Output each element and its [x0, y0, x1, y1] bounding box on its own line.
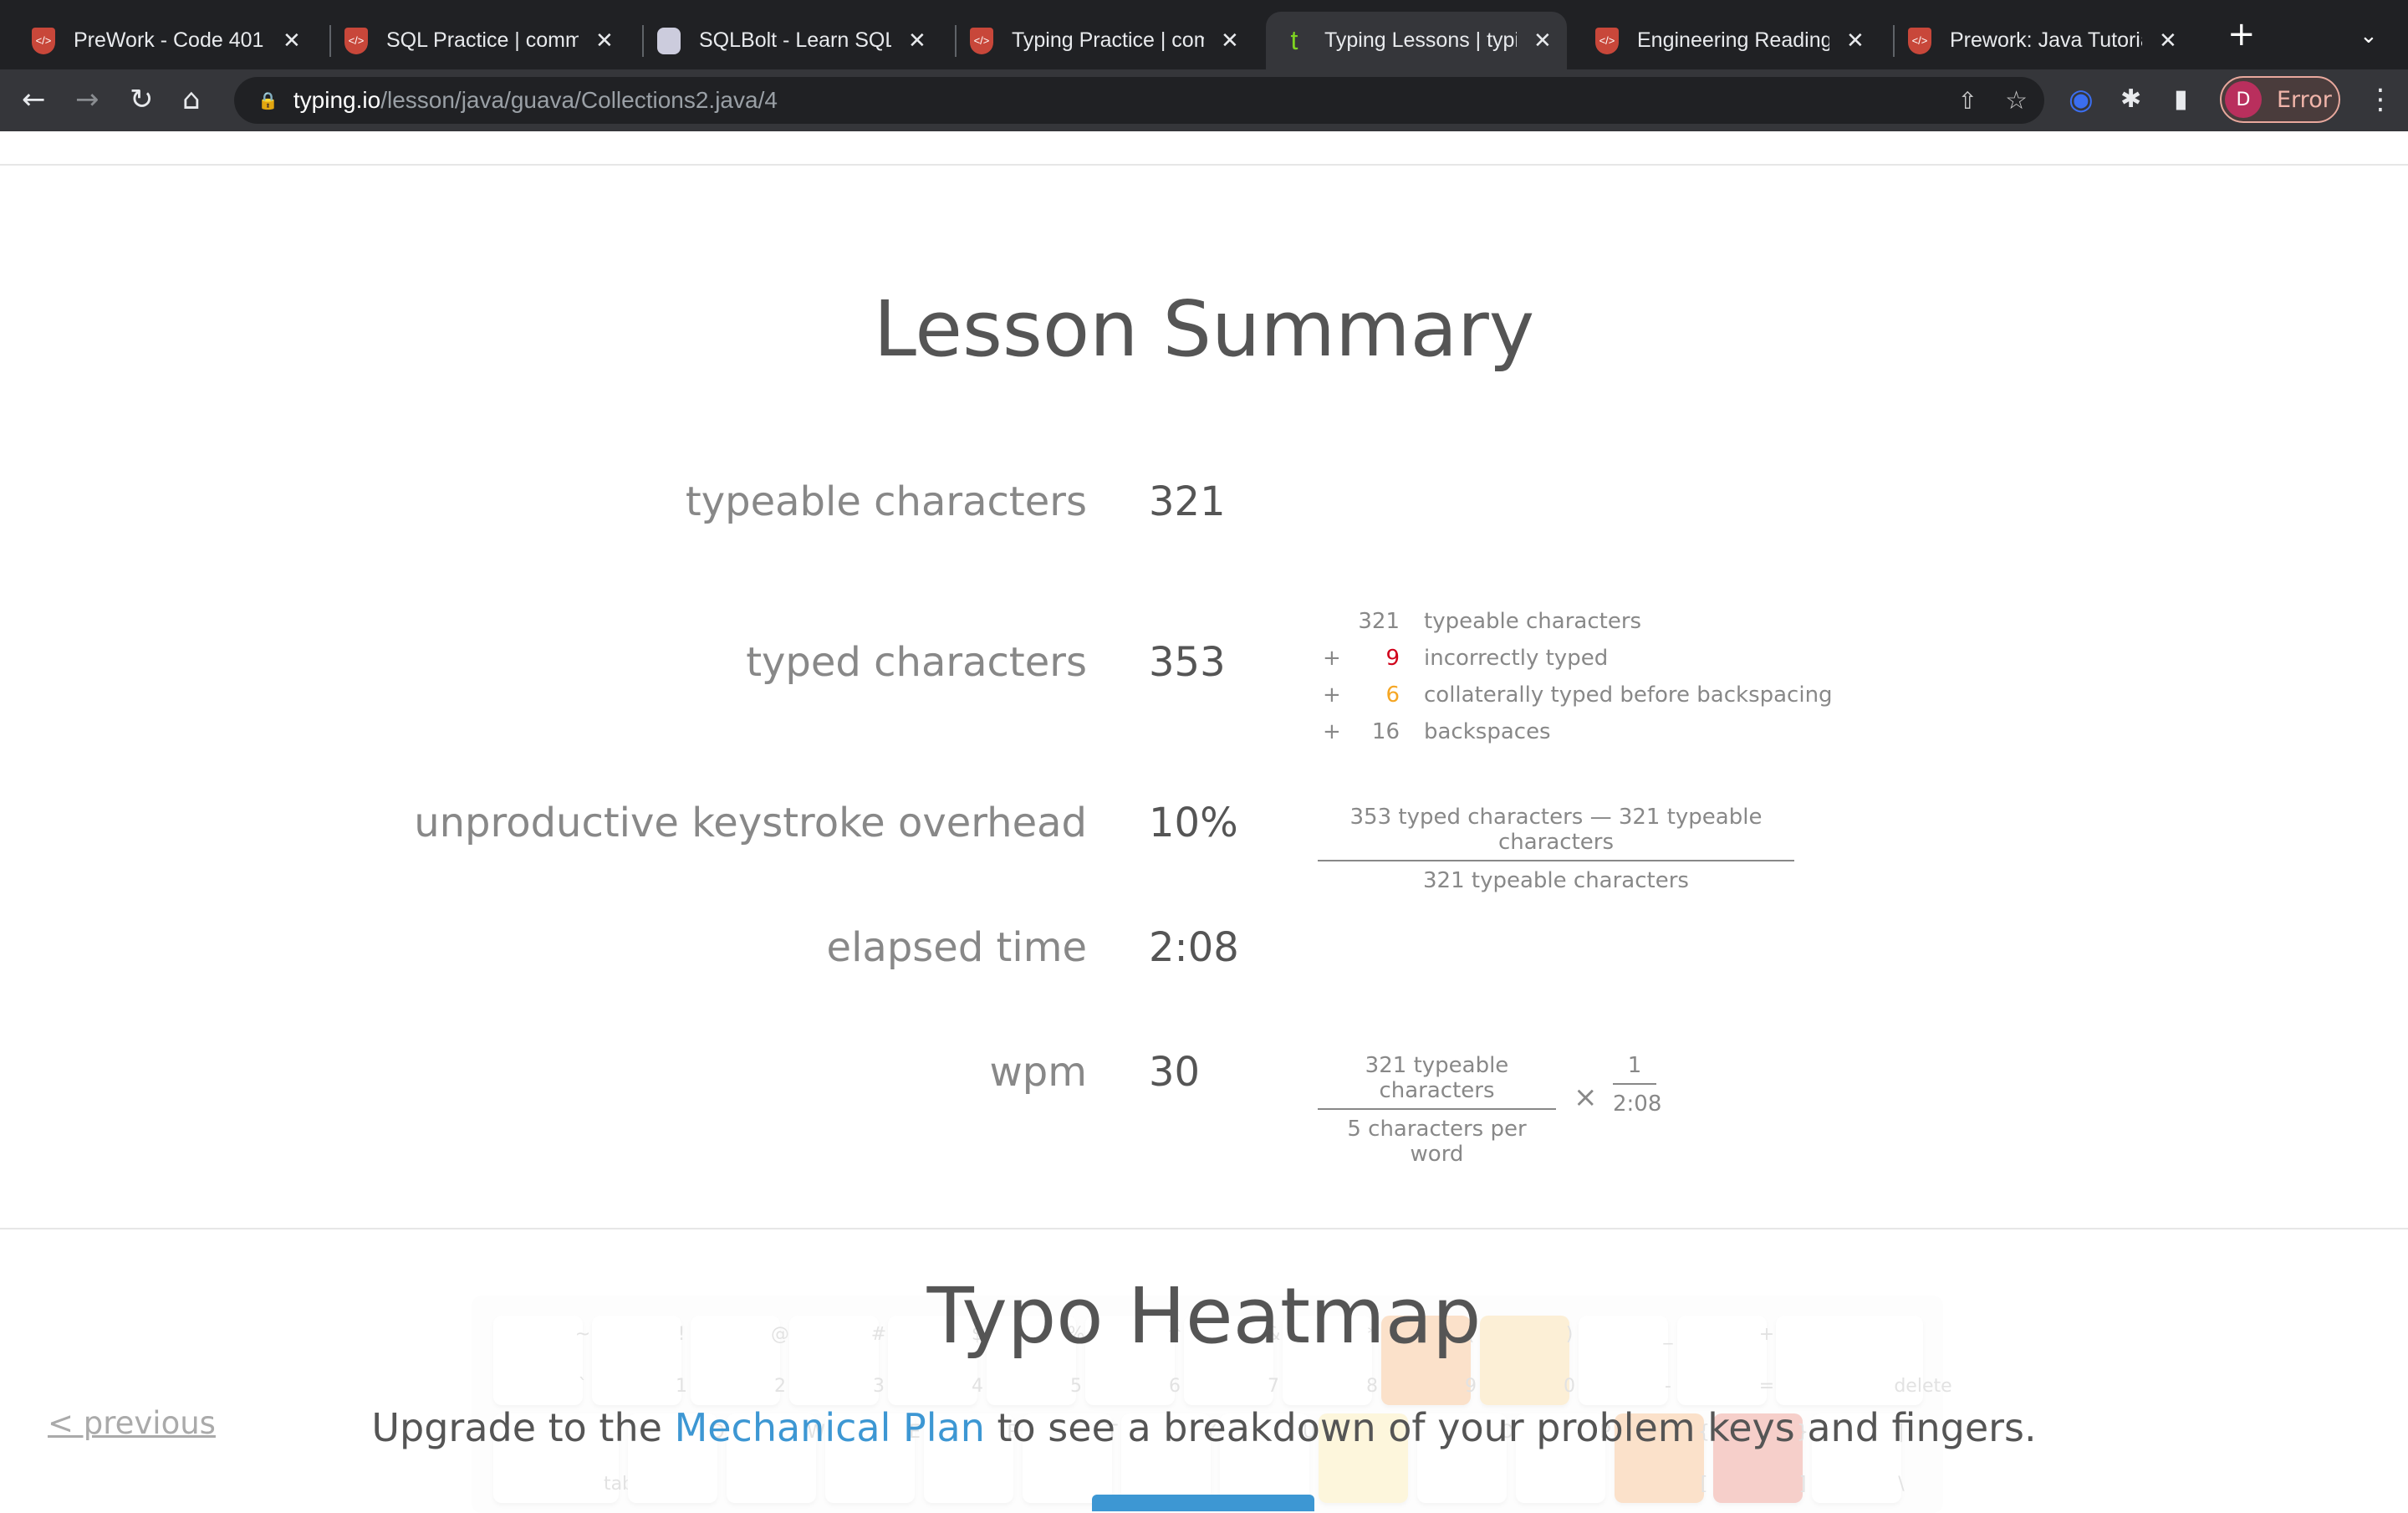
- stat-label: typeable characters: [685, 478, 1087, 525]
- key-lower: delete: [1894, 1376, 1952, 1397]
- forward-icon[interactable]: →: [75, 81, 99, 118]
- tab[interactable]: </> Prework: Java Tutorial ✕: [1876, 12, 2177, 69]
- close-tab-icon[interactable]: ✕: [283, 28, 301, 54]
- address-bar[interactable]: 🔒 typing.io/lesson/java/guava/Collection…: [234, 77, 2044, 124]
- overhead-formula: 353 typed characters — 321 typeable char…: [1318, 805, 1794, 893]
- close-tab-icon[interactable]: ✕: [1221, 28, 1239, 54]
- breakdown-number: 9: [1385, 646, 1400, 671]
- denominator: 321 typeable characters: [1423, 868, 1689, 893]
- avatar: D: [2225, 81, 2262, 118]
- stat-value: 2:08: [1149, 924, 1239, 971]
- side-panel-icon[interactable]: ▮: [2174, 81, 2188, 118]
- tab[interactable]: SQLBolt - Learn SQL - ✕: [625, 12, 926, 69]
- stat-label: typed characters: [746, 639, 1087, 686]
- breakdown-number: 321: [1358, 609, 1400, 634]
- share-icon[interactable]: ⇧: [1958, 87, 1977, 115]
- tab[interactable]: </> PreWork - Code 401 | ✕: [0, 12, 301, 69]
- new-tab-icon[interactable]: +: [2227, 15, 2256, 54]
- tab-title: Engineering Readings: [1637, 28, 1829, 52]
- breakdown-text: incorrectly typed: [1424, 646, 1609, 671]
- profile-button[interactable]: D Error: [2220, 76, 2340, 123]
- wpm-formula: 321 typeable characters 5 characters per …: [1318, 1053, 1556, 1167]
- tab[interactable]: </> SQL Practice | common ✕: [313, 12, 614, 69]
- tab[interactable]: t Typing Lessons | typing ✕: [1266, 12, 1567, 69]
- stat-value: 321: [1149, 478, 1226, 525]
- stat-label: elapsed time: [826, 924, 1087, 971]
- tab-strip: </> PreWork - Code 401 | ✕ </> SQL Practice …: [0, 0, 2408, 69]
- upgrade-prefix: Upgrade to the: [371, 1405, 675, 1450]
- stat-value: 30: [1149, 1049, 1201, 1096]
- breakdown-text: backspaces: [1424, 719, 1551, 744]
- stat-value: 10%: [1149, 800, 1238, 846]
- tab-title: PreWork - Code 401 |: [74, 28, 266, 52]
- tab[interactable]: </> Typing Practice | com ✕: [938, 12, 1239, 69]
- divider: [0, 164, 2408, 166]
- tab-search-chevron-icon[interactable]: ⌄: [2360, 23, 2378, 49]
- close-tab-icon[interactable]: ✕: [1533, 28, 1552, 54]
- previous-link[interactable]: < previous: [48, 1405, 216, 1441]
- code-shield-icon: </>: [344, 27, 368, 54]
- key-lower: \: [1898, 1474, 1905, 1495]
- close-tab-icon[interactable]: ✕: [595, 28, 614, 54]
- stat-value: 353: [1149, 639, 1226, 686]
- close-tab-icon[interactable]: ✕: [2159, 28, 2177, 54]
- page-title: Lesson Summary: [873, 284, 1535, 374]
- stat-label: wpm: [989, 1049, 1087, 1096]
- divider: [0, 1228, 2408, 1229]
- back-icon[interactable]: ←: [22, 81, 46, 118]
- home-icon[interactable]: ⌂: [182, 81, 201, 118]
- bookmark-star-icon[interactable]: ☆: [2005, 86, 2028, 115]
- code-shield-icon: </>: [970, 27, 993, 54]
- upgrade-suffix: to see a breakdown of your problem keys …: [984, 1405, 2037, 1450]
- numerator: 353 typed characters — 321 typeable char…: [1318, 805, 1794, 861]
- numerator: 1: [1613, 1053, 1656, 1085]
- extension-icon[interactable]: ◉: [2069, 81, 2094, 118]
- close-tab-icon[interactable]: ✕: [908, 28, 926, 54]
- breakdown-text: typeable characters: [1424, 609, 1642, 634]
- denominator: 5 characters per word: [1347, 1117, 1527, 1167]
- tab-title: Typing Practice | com: [1012, 28, 1204, 52]
- database-icon: [657, 27, 681, 54]
- multiply-icon: ×: [1574, 1081, 1598, 1114]
- url-path: /lesson/java/guava/Collections2.java/4: [380, 87, 778, 113]
- tab-title: Prework: Java Tutorial: [1950, 28, 2142, 52]
- tab-title: SQL Practice | common: [386, 28, 579, 52]
- tab[interactable]: </> Engineering Readings ✕: [1564, 12, 1865, 69]
- lock-icon: 🔒: [258, 91, 278, 110]
- stat-label: unproductive keystroke overhead: [414, 800, 1087, 846]
- wpm-time-fraction: 1 2:08: [1613, 1053, 1662, 1117]
- upgrade-button[interactable]: [1092, 1495, 1314, 1511]
- menu-icon[interactable]: ⋮: [2366, 81, 2395, 118]
- code-shield-icon: </>: [1908, 27, 1931, 54]
- breakdown-number: 6: [1385, 682, 1400, 708]
- tab-title: SQLBolt - Learn SQL -: [699, 28, 891, 52]
- profile-status: Error: [2277, 86, 2332, 113]
- breakdown-number: 16: [1371, 719, 1400, 744]
- denominator: 2:08: [1613, 1091, 1662, 1117]
- heatmap-title: Typo Heatmap: [926, 1271, 1482, 1361]
- mechanical-plan-link[interactable]: Mechanical Plan: [675, 1405, 985, 1450]
- extensions-puzzle-icon[interactable]: ✱: [2120, 81, 2141, 118]
- browser-toolbar: ← → ↻ ⌂ 🔒 typing.io/lesson/java/guava/Co…: [0, 69, 2408, 131]
- tab-title: Typing Lessons | typing: [1324, 28, 1517, 52]
- upgrade-message: Upgrade to the Mechanical Plan to see a …: [0, 1405, 2408, 1450]
- url-host: typing.io: [293, 87, 381, 113]
- breakdown-text: collaterally typed before backspacing: [1424, 682, 1833, 708]
- code-shield-icon: </>: [1595, 27, 1619, 54]
- numerator: 321 typeable characters: [1318, 1053, 1556, 1110]
- typing-t-icon: t: [1290, 25, 1298, 55]
- reload-icon[interactable]: ↻: [130, 81, 154, 118]
- code-shield-icon: </>: [32, 27, 55, 54]
- close-tab-icon[interactable]: ✕: [1846, 28, 1865, 54]
